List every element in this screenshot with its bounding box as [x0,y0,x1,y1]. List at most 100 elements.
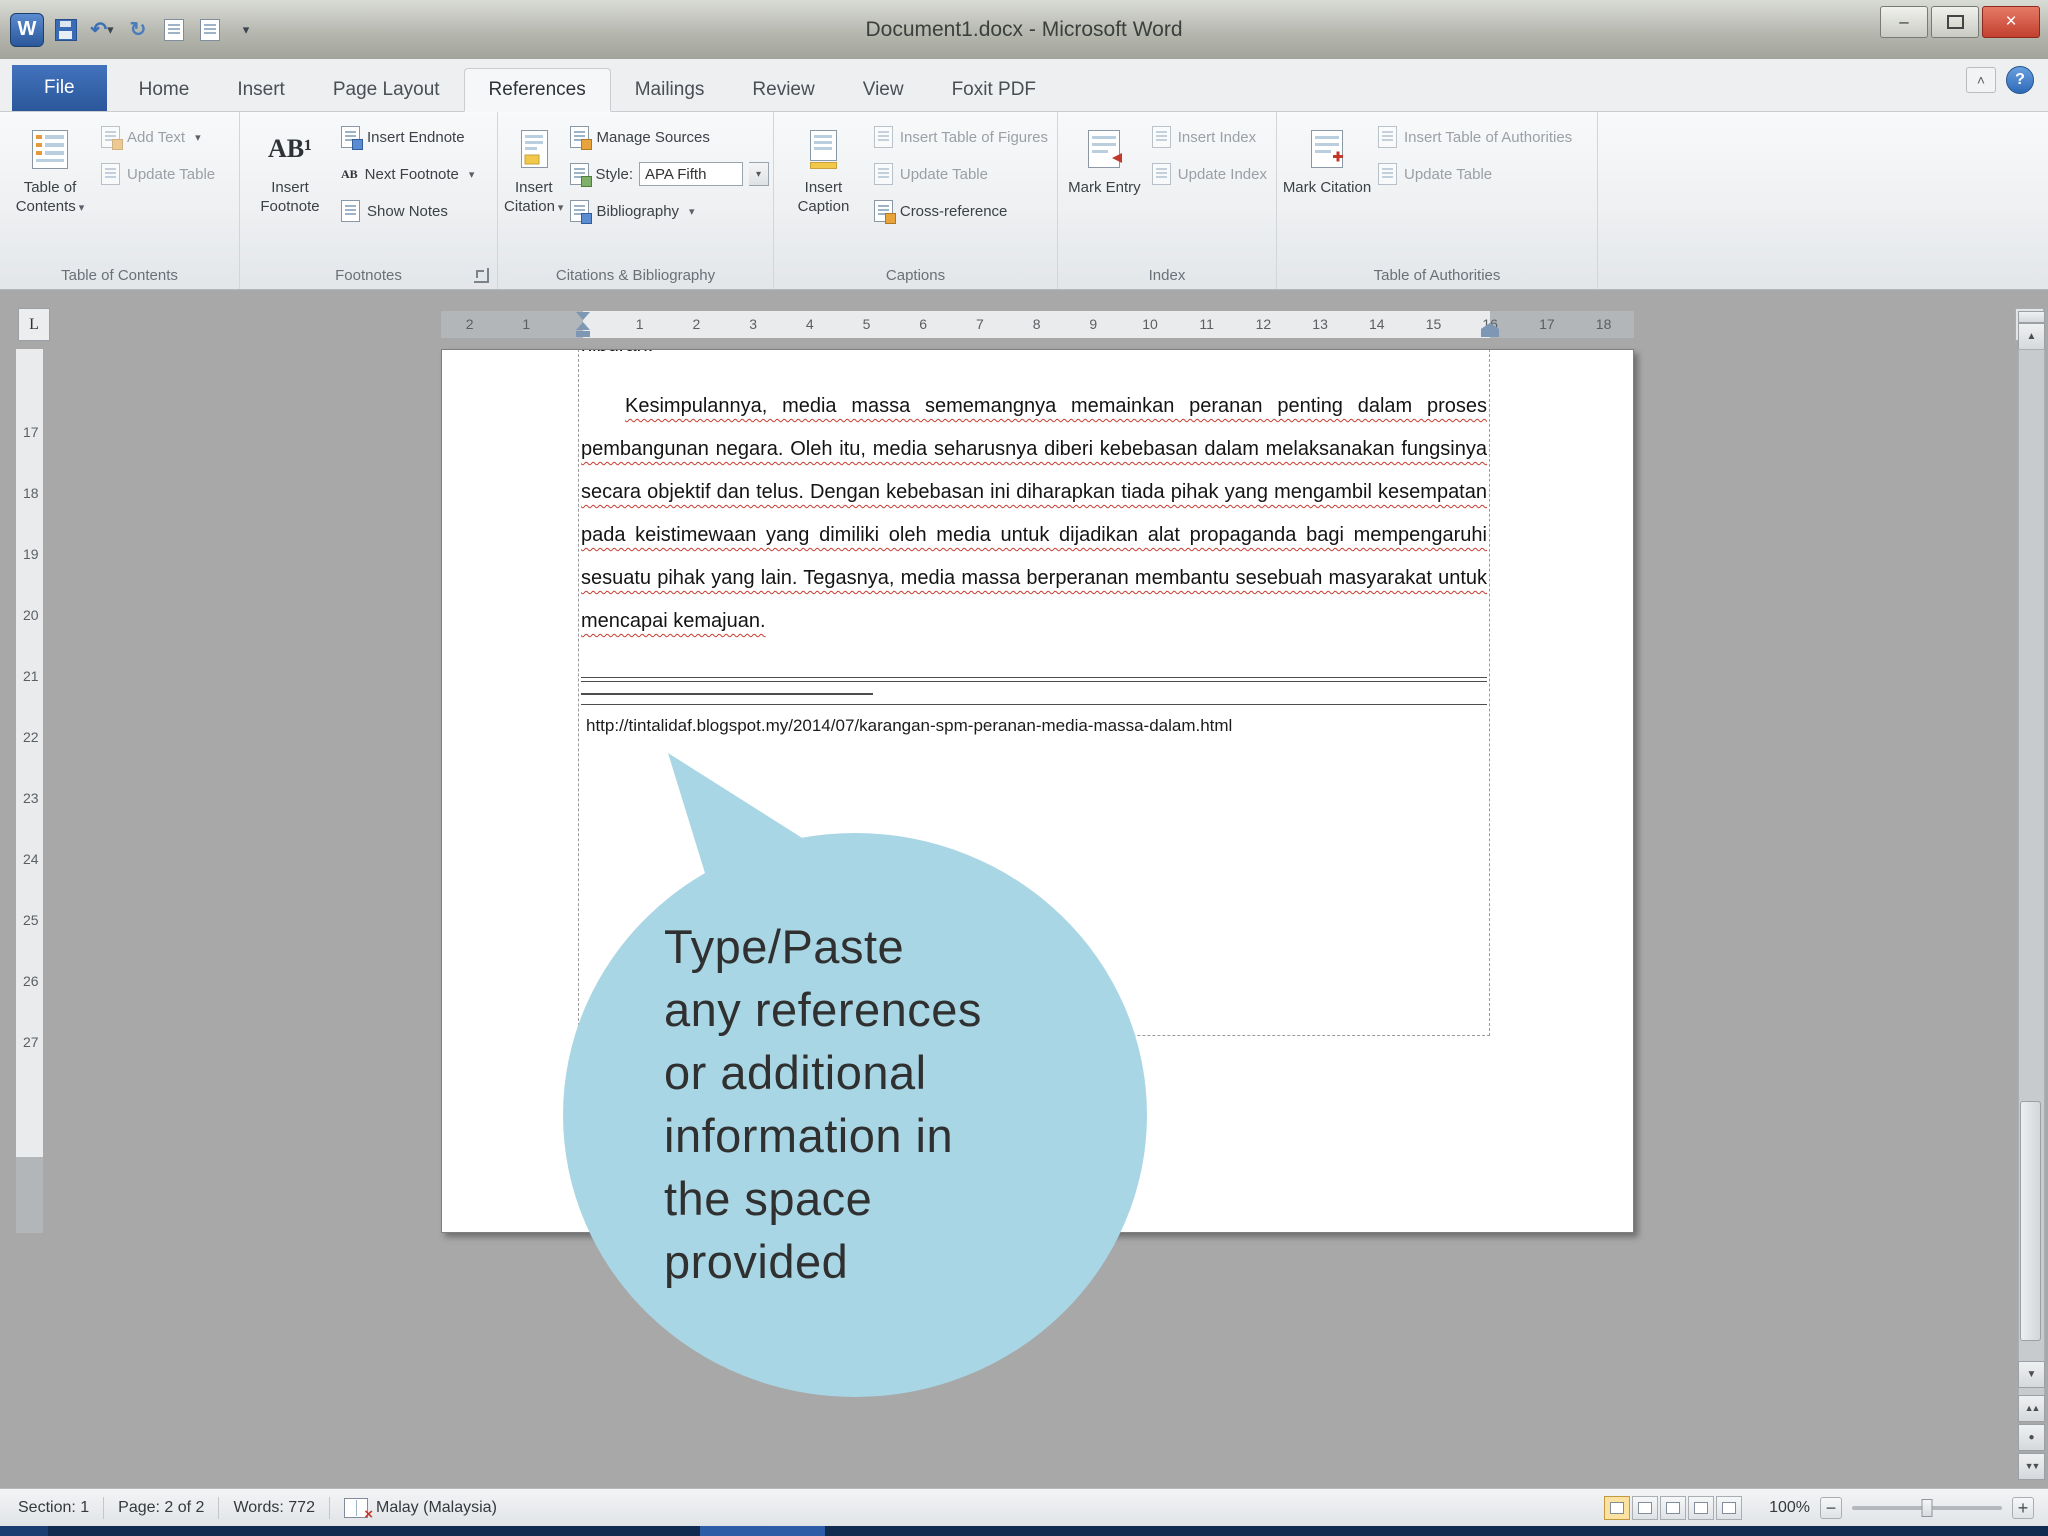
ruler-number: 2 [465,316,474,332]
update-table-button-authorities[interactable]: Update Table [1373,161,1577,187]
arrow-up-icon: ▲ [2026,331,2037,342]
update-table-icon [1378,163,1397,185]
insert-table-of-figures-button[interactable]: Insert Table of Figures [869,124,1053,150]
status-language[interactable]: Malay (Malaysia) [372,1499,501,1517]
insert-endnote-button[interactable]: Insert Endnote [336,124,479,150]
insert-caption-button[interactable]: Insert Caption [778,116,869,262]
zoom-slider-thumb[interactable] [1921,1498,1933,1517]
undo-icon: ↶ [90,19,108,41]
customize-qat-icon: ▾ [242,21,250,37]
zoom-out-button[interactable]: − [1820,1496,1842,1519]
status-section[interactable]: Section: 1 [14,1499,93,1517]
tab-references[interactable]: References [463,68,611,112]
select-browse-object-button[interactable]: ● [2018,1424,2045,1451]
save-button[interactable] [52,16,80,44]
print-layout-view-button[interactable] [1604,1495,1630,1520]
word-logo-icon[interactable]: W [10,12,44,47]
ribbon-group-index: Mark Entry Insert Index Update Index Ind… [1058,112,1277,289]
close-button[interactable]: × [1982,6,2040,38]
ribbon-group-authorities: Mark Citation Insert Table of Authoritie… [1277,112,1598,289]
cross-reference-button[interactable]: Cross-reference [869,198,1053,224]
tab-home[interactable]: Home [115,69,214,111]
clipped-line: hiburan. [581,350,1487,359]
minimize-ribbon-button[interactable]: ˄ [1966,67,1996,93]
ribbon-group-citations: Insert Citation ▾ Manage Sources Style: A… [498,112,774,289]
bibliography-icon [570,200,593,224]
ruler-number: 17 [23,424,39,440]
minimize-button[interactable]: – [1880,6,1928,38]
redo-icon: ↻ [129,19,147,41]
insert-caption-icon [801,120,845,178]
customize-qat-button[interactable]: ▾ [232,16,260,44]
maximize-button[interactable] [1931,6,1979,38]
previous-page-button[interactable]: ▲▲ [2018,1395,2045,1422]
group-label-captions: Captions [885,267,946,284]
taskbar-edge [0,1526,2048,1536]
footnotes-dialog-launcher[interactable] [474,268,489,283]
full-screen-reading-view-button[interactable] [1632,1495,1658,1520]
mark-entry-button[interactable]: Mark Entry [1062,116,1147,262]
undo-dropdown-icon[interactable]: ▾ [107,22,114,38]
bibliography-button[interactable]: Bibliography ▾ [565,198,769,224]
scroll-down-button[interactable]: ▼ [2018,1361,2045,1388]
insert-citation-button[interactable]: Insert Citation ▾ [502,116,565,262]
status-word-count[interactable]: Words: 772 [229,1499,319,1517]
split-handle[interactable] [2018,311,2045,323]
left-indent-marker[interactable] [576,331,590,337]
ribbon: Table of Contents ▾ Add Text ▾ Update Tabl… [0,112,2048,290]
table-of-contents-button[interactable]: Table of Contents ▾ [4,116,96,262]
table-of-contents-icon [28,120,72,178]
ruler-number: 8 [1032,316,1041,332]
insert-index-button[interactable]: Insert Index [1147,124,1272,150]
insert-index-icon [1151,126,1171,148]
ruler-number: 4 [805,316,814,332]
print-preview-button[interactable] [196,16,224,44]
undo-button[interactable]: ↶ ▾ [88,16,116,44]
ribbon-group-footnotes: AB¹ Insert Footnote Insert Endnote AB Nex… [240,112,498,289]
document-page[interactable]: hiburan. Kesimpulannya, media massa seme… [441,349,1634,1233]
update-index-button[interactable]: Update Index [1147,161,1272,187]
scrollbar-thumb[interactable] [2020,1101,2041,1341]
tab-stop-selector[interactable]: L [18,308,50,341]
next-footnote-button[interactable]: AB Next Footnote ▾ [336,161,479,187]
tab-insert[interactable]: Insert [213,69,309,111]
scroll-up-button[interactable]: ▲ [2018,323,2045,350]
zoom-in-button[interactable]: + [2012,1496,2034,1519]
ruler-number: 21 [23,668,39,684]
update-table-button-captions[interactable]: Update Table [869,161,1053,187]
update-table-button-toc[interactable]: Update Table [96,161,220,187]
document-line: secara objektif dan telus. Dengan kebeba… [581,481,1487,503]
insert-footnote-button[interactable]: AB¹ Insert Footnote [244,116,336,262]
ruler-number: 5 [862,316,871,332]
redo-button[interactable]: ↻ [124,16,152,44]
mark-citation-icon [1305,120,1349,178]
outline-view-button[interactable] [1688,1495,1714,1520]
mark-citation-button[interactable]: Mark Citation [1281,116,1373,262]
proofing-errors-icon[interactable]: × [343,1497,373,1523]
tab-foxit-pdf[interactable]: Foxit PDF [928,69,1060,111]
status-page[interactable]: Page: 2 of 2 [114,1499,208,1517]
add-text-button[interactable]: Add Text ▾ [96,124,220,150]
taskbar-active-segment [700,1526,825,1536]
style-combo[interactable]: APA Fifth [639,162,743,186]
show-notes-button[interactable]: Show Notes [336,198,479,224]
manage-sources-icon [570,126,593,150]
quick-print-button[interactable] [160,16,188,44]
tab-page-layout[interactable]: Page Layout [309,69,464,111]
tab-view[interactable]: View [839,69,928,111]
tab-file[interactable]: File [12,65,107,111]
web-layout-view-button[interactable] [1660,1495,1686,1520]
zoom-level[interactable]: 100% [1762,1499,1810,1517]
style-combo-arrow[interactable]: ▾ [749,162,769,186]
draft-view-button[interactable] [1716,1495,1742,1520]
insert-table-of-authorities-button[interactable]: Insert Table of Authorities [1373,124,1577,150]
zoom-slider[interactable] [1852,1498,2002,1517]
maximize-icon [1946,15,1964,29]
help-button[interactable]: ? [2006,66,2034,94]
style-icon [570,163,593,187]
tab-review[interactable]: Review [728,69,838,111]
tab-mailings[interactable]: Mailings [611,69,729,111]
manage-sources-button[interactable]: Manage Sources [565,124,769,150]
next-page-button[interactable]: ▼▼ [2018,1453,2045,1480]
insert-citation-icon [512,120,556,178]
